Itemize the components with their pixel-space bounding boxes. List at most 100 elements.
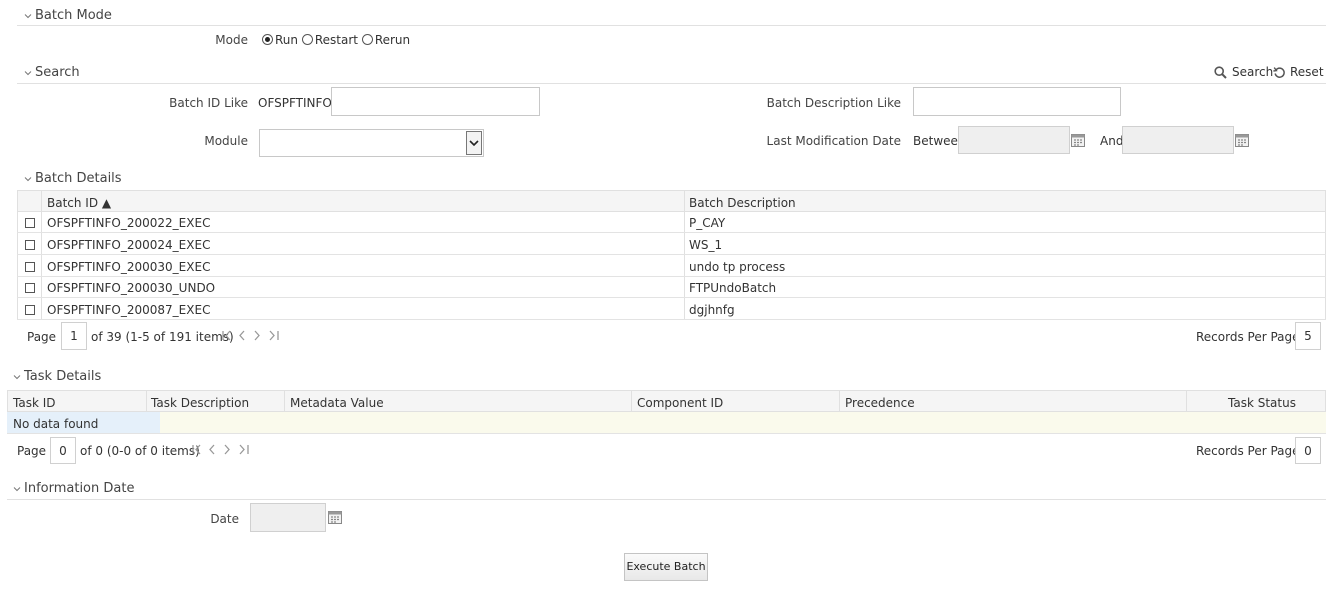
section-divider xyxy=(17,25,1326,26)
page-label: Page xyxy=(27,330,57,344)
batch-id-like-label: Batch ID Like xyxy=(169,96,248,110)
reset-button-label: Reset xyxy=(1290,65,1324,79)
search-button[interactable]: Search xyxy=(1214,65,1273,79)
and-label: And xyxy=(1100,134,1124,148)
section-batch-mode-header[interactable]: Batch Mode xyxy=(24,8,112,23)
chevron-down-icon xyxy=(24,70,32,75)
execute-batch-button[interactable]: Execute Batch xyxy=(624,553,708,581)
records-per-page-input[interactable]: 0 xyxy=(1295,437,1321,464)
module-label: Module xyxy=(204,134,248,148)
section-title: Batch Mode xyxy=(35,8,112,23)
no-data-message: No data found xyxy=(13,417,99,431)
calendar-icon[interactable] xyxy=(1071,133,1085,147)
row-checkbox[interactable] xyxy=(25,262,35,272)
batch-table-header xyxy=(17,190,1326,212)
calendar-icon[interactable] xyxy=(328,510,342,524)
column-divider xyxy=(839,390,840,412)
column-header-batch-id[interactable]: Batch ID ▲ xyxy=(47,196,111,210)
radio-restart[interactable]: Restart xyxy=(301,33,358,47)
radio-run-indicator[interactable] xyxy=(262,34,273,45)
table-row[interactable]: OFSPFTINFO_200087_EXEC dgjhnfg xyxy=(17,299,1326,320)
column-divider xyxy=(631,390,632,412)
section-title: Search xyxy=(35,65,80,80)
batch-id-prefix: OFSPFTINFO_ xyxy=(258,96,338,110)
radio-run[interactable]: Run xyxy=(262,33,298,47)
section-task-details-header[interactable]: Task Details xyxy=(13,369,101,384)
batch-description-cell: undo tp process xyxy=(689,260,786,274)
row-checkbox[interactable] xyxy=(25,240,35,250)
mode-radio-group: Run Restart Rerun xyxy=(262,33,410,47)
search-button-label: Search xyxy=(1232,65,1274,79)
records-per-page-label: Records Per Page xyxy=(1196,444,1300,458)
radio-rerun[interactable]: Rerun xyxy=(361,33,410,47)
batch-description-like-label: Batch Description Like xyxy=(766,96,901,110)
batch-description-cell: FTPUndoBatch xyxy=(689,281,777,295)
section-title: Information Date xyxy=(24,481,135,496)
column-header-precedence[interactable]: Precedence xyxy=(845,396,915,410)
calendar-icon[interactable] xyxy=(1235,133,1249,147)
batch-id-cell: OFSPFTINFO_200087_EXEC xyxy=(47,303,211,317)
row-checkbox[interactable] xyxy=(25,218,35,228)
section-divider xyxy=(7,499,1326,500)
radio-rerun-indicator[interactable] xyxy=(361,34,373,45)
batch-description-input[interactable] xyxy=(913,87,1121,116)
pager-navigation-icons[interactable] xyxy=(192,444,252,455)
chevron-down-icon xyxy=(24,176,32,181)
section-search-header[interactable]: Search xyxy=(24,65,80,80)
section-title: Task Details xyxy=(24,369,102,384)
page-summary: of 39 (1-5 of 191 items) xyxy=(91,330,234,344)
section-batch-details-header[interactable]: Batch Details xyxy=(24,171,122,186)
task-empty-row: No data found xyxy=(7,412,1326,434)
magnifier-icon xyxy=(1214,65,1227,79)
chevron-down-icon xyxy=(13,486,21,491)
information-date-input[interactable] xyxy=(250,503,326,532)
section-title: Batch Details xyxy=(35,171,122,186)
row-checkbox[interactable] xyxy=(25,283,35,293)
page-number-input[interactable]: 0 xyxy=(50,437,76,464)
module-select[interactable] xyxy=(259,129,484,157)
column-header-component-id[interactable]: Component ID xyxy=(637,396,723,410)
radio-restart-indicator[interactable] xyxy=(301,34,313,45)
table-row[interactable]: OFSPFTINFO_200030_EXEC undo tp process xyxy=(17,256,1326,277)
column-header-metadata-value[interactable]: Metadata Value xyxy=(290,396,384,410)
page-number-input[interactable]: 1 xyxy=(61,322,87,350)
records-per-page-input[interactable]: 5 xyxy=(1295,322,1321,350)
section-information-date-header[interactable]: Information Date xyxy=(13,481,134,496)
date-label: Date xyxy=(210,512,239,526)
table-row[interactable]: OFSPFTINFO_200024_EXEC WS_1 xyxy=(17,234,1326,255)
column-divider xyxy=(146,390,147,412)
column-divider xyxy=(1186,390,1187,412)
batch-id-input[interactable] xyxy=(331,87,540,116)
from-date-input[interactable] xyxy=(958,126,1070,154)
batch-description-cell: dgjhnfg xyxy=(689,303,735,317)
batch-id-cell: OFSPFTINFO_200022_EXEC xyxy=(47,216,211,230)
batch-id-cell: OFSPFTINFO_200030_EXEC xyxy=(47,260,211,274)
reset-button[interactable]: Reset xyxy=(1273,65,1324,79)
row-checkbox[interactable] xyxy=(25,305,35,315)
batch-id-cell: OFSPFTINFO_200024_EXEC xyxy=(47,238,211,252)
chevron-down-icon xyxy=(24,13,32,18)
chevron-down-icon xyxy=(13,374,21,379)
table-row[interactable]: OFSPFTINFO_200030_UNDO FTPUndoBatch xyxy=(17,277,1326,298)
column-header-task-id[interactable]: Task ID xyxy=(13,396,56,410)
batch-description-cell: P_CAY xyxy=(689,216,726,230)
column-header-batch-description[interactable]: Batch Description xyxy=(689,196,796,210)
radio-run-label: Run xyxy=(275,33,299,47)
module-select-button[interactable] xyxy=(466,131,482,155)
column-header-task-description[interactable]: Task Description xyxy=(151,396,249,410)
pager-navigation-icons[interactable] xyxy=(222,330,282,341)
radio-restart-label: Restart xyxy=(314,33,358,47)
table-row[interactable]: OFSPFTINFO_200022_EXEC P_CAY xyxy=(17,212,1326,233)
to-date-input[interactable] xyxy=(1122,126,1234,154)
reset-icon xyxy=(1273,66,1285,78)
page-summary: of 0 (0-0 of 0 items) xyxy=(80,444,200,458)
page-label: Page xyxy=(17,444,47,458)
batch-id-cell: OFSPFTINFO_200030_UNDO xyxy=(47,281,216,295)
records-per-page-label: Records Per Page xyxy=(1196,330,1300,344)
mode-label: Mode xyxy=(215,33,248,47)
chevron-down-icon xyxy=(469,140,479,147)
column-header-task-status[interactable]: Task Status xyxy=(1228,396,1296,410)
batch-description-cell: WS_1 xyxy=(689,238,723,252)
column-divider xyxy=(284,390,285,412)
last-modification-date-label: Last Modification Date xyxy=(766,134,901,148)
